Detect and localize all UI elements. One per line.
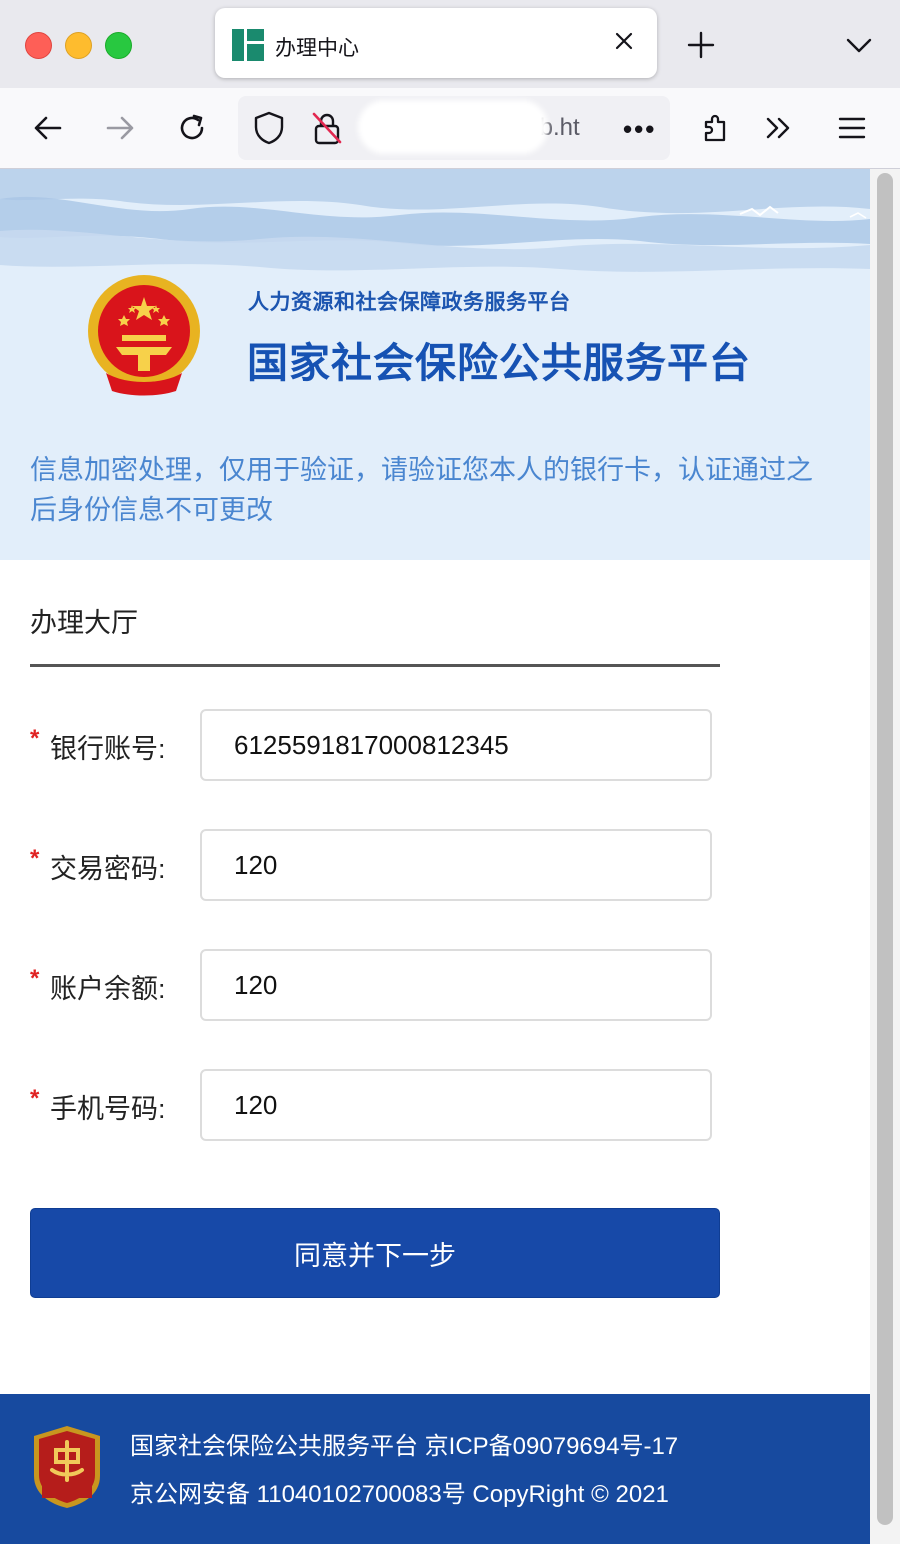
new-tab-icon[interactable] <box>684 28 718 62</box>
back-arrow-icon[interactable] <box>30 110 66 146</box>
hamburger-menu-icon[interactable] <box>834 110 870 146</box>
scrollbar-thumb[interactable] <box>877 173 893 1525</box>
form-row-bank-account: * 银行账号: <box>30 709 720 781</box>
transaction-password-label: 交易密码: <box>50 854 166 884</box>
platform-subtitle: 人力资源和社会保障政务服务平台 <box>248 291 571 314</box>
verification-notice: 信息加密处理，仅用于验证，请验证您本人的银行卡，认证通过之后身份信息不可更改 <box>30 455 813 525</box>
required-asterisk: * <box>30 725 40 752</box>
party-government-badge-icon <box>34 1426 100 1508</box>
phone-number-input[interactable] <box>200 1069 712 1141</box>
browser-nav-bar: /b.ht ••• <box>0 88 900 169</box>
tab-title: 办理中心 <box>275 37 359 60</box>
transaction-password-input[interactable] <box>200 829 712 901</box>
page-footer: 国家社会保险公共服务平台 京ICP备09079694号-17 京公网安备 110… <box>0 1394 870 1544</box>
site-favicon-icon <box>232 29 264 61</box>
page-actions-menu[interactable]: ••• <box>623 114 656 145</box>
required-asterisk: * <box>30 845 40 872</box>
tracking-shield-icon[interactable] <box>252 110 286 146</box>
reload-icon[interactable] <box>174 110 210 146</box>
phone-number-label: 手机号码: <box>50 1094 166 1124</box>
browser-tab-bar: 办理中心 <box>0 0 900 88</box>
bank-account-label: 银行账号: <box>50 734 166 764</box>
section-title: 办理大厅 <box>30 608 138 638</box>
window-zoom-button[interactable] <box>105 32 132 59</box>
account-balance-input[interactable] <box>200 949 712 1021</box>
url-redaction <box>358 100 548 154</box>
required-asterisk: * <box>30 1085 40 1112</box>
insecure-lock-icon[interactable] <box>310 110 344 146</box>
required-asterisk: * <box>30 965 40 992</box>
extensions-icon[interactable] <box>698 110 734 146</box>
overflow-chevrons-icon[interactable] <box>761 110 797 146</box>
window-minimize-button[interactable] <box>65 32 92 59</box>
form-row-phone-number: * 手机号码: <box>30 1069 720 1141</box>
forward-arrow-icon[interactable] <box>102 110 138 146</box>
national-emblem-icon <box>88 275 200 396</box>
platform-title: 国家社会保险公共服务平台 <box>247 340 751 386</box>
page-content: 人力资源和社会保障政务服务平台 国家社会保险公共服务平台 信息加密处理，仅用于验… <box>0 169 870 1544</box>
browser-tab-active[interactable]: 办理中心 <box>215 8 657 78</box>
form-row-transaction-password: * 交易密码: <box>30 829 720 901</box>
bank-account-input[interactable] <box>200 709 712 781</box>
tab-close-icon[interactable] <box>611 28 637 54</box>
vertical-scrollbar[interactable] <box>870 169 900 1544</box>
header-banner: 人力资源和社会保障政务服务平台 国家社会保险公共服务平台 信息加密处理，仅用于验… <box>0 169 870 560</box>
footer-icp-line: 国家社会保险公共服务平台 京ICP备09079694号-17 <box>130 1433 679 1460</box>
tab-list-chevron-icon[interactable] <box>844 30 874 60</box>
account-balance-label: 账户余额: <box>50 974 166 1004</box>
footer-copyright-line: 京公网安备 11040102700083号 CopyRight © 2021 <box>130 1481 669 1508</box>
url-bar[interactable]: /b.ht ••• <box>238 96 670 160</box>
window-close-button[interactable] <box>25 32 52 59</box>
form-row-account-balance: * 账户余额: <box>30 949 720 1021</box>
section-divider <box>30 664 720 667</box>
agree-next-button[interactable]: 同意并下一步 <box>30 1208 720 1298</box>
